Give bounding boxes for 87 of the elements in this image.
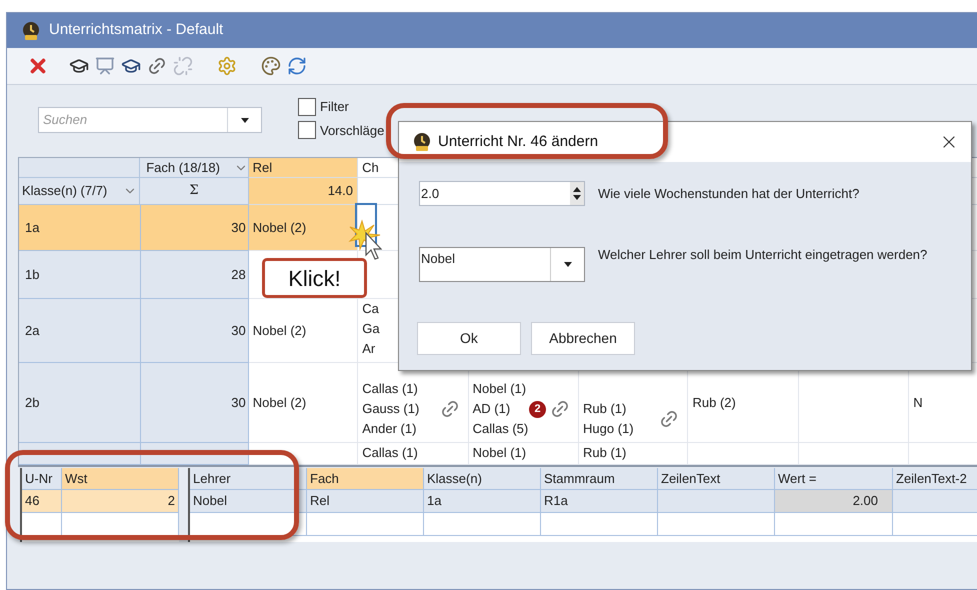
- column-header-cell[interactable]: Fach (18/18): [140, 158, 249, 178]
- checkbox[interactable]: [298, 121, 316, 140]
- column-header[interactable]: Lehrer: [190, 468, 307, 490]
- class-name: 2b: [25, 394, 40, 412]
- palette-icon[interactable]: [261, 56, 281, 76]
- teacher-entry: Ar: [362, 340, 376, 358]
- hours-question: Wie viele Wochenstunden hat der Unterricht?: [598, 184, 860, 203]
- class-cell[interactable]: 2a: [19, 299, 141, 363]
- matrix-cell[interactable]: Nobel (1): [468, 443, 580, 465]
- teacher-entry: Rub (1): [583, 400, 628, 418]
- matrix-cell[interactable]: Nobel (2): [248, 205, 358, 251]
- teacher-entry: Callas (5): [472, 420, 528, 438]
- spin-arrows-icon[interactable]: [570, 182, 584, 205]
- cell-text: Nobel: [193, 492, 227, 510]
- class-cell[interactable]: 1b: [19, 251, 141, 299]
- board-icon[interactable]: [95, 56, 115, 76]
- column-header[interactable]: Fach: [307, 468, 424, 490]
- class-cell[interactable]: 1a: [19, 205, 141, 251]
- teacher-entry: Callas (1): [362, 380, 419, 398]
- refresh-icon[interactable]: [287, 56, 307, 76]
- subject-header[interactable]: Rel: [248, 158, 358, 178]
- hours-spin-field[interactable]: 2.0: [419, 181, 585, 206]
- click-hint-tooltip: Klick!: [262, 258, 367, 298]
- cell-text: 46: [25, 492, 40, 510]
- column-header[interactable]: ZeilenText: [658, 468, 775, 490]
- hours-sum: 30: [231, 322, 246, 340]
- row-header-cell[interactable]: Klasse(n) (7/7): [19, 178, 140, 205]
- dialog-button[interactable]: Abbrechen: [531, 322, 635, 355]
- dialog-title: Unterricht Nr. 46 ändern: [438, 132, 600, 152]
- column-header[interactable]: Stammraum: [541, 468, 658, 490]
- teacher-entry: Gauss (1): [362, 400, 420, 418]
- checkbox-label: Filter: [320, 98, 349, 116]
- cell-text: 2.00: [852, 492, 878, 510]
- matrix-cell[interactable]: Nobel (2): [248, 299, 358, 363]
- matrix-cell[interactable]: [798, 443, 910, 465]
- matrix-cell[interactable]: [688, 443, 799, 465]
- teacher-entry: Nobel (2): [252, 322, 306, 340]
- hours-sum: 28: [231, 266, 246, 284]
- teacher-entry: Ga: [362, 320, 380, 338]
- window-title: Unterrichtsmatrix - Default: [49, 20, 224, 40]
- column-header[interactable]: ZeilenText-2: [893, 468, 977, 490]
- teacher-entry: Nobel (2): [252, 218, 306, 237]
- teacher-entry: N: [913, 394, 923, 412]
- class-name: 2a: [25, 322, 40, 340]
- column-header[interactable]: Wert =: [775, 468, 893, 490]
- teacher-entry: Hugo (1): [583, 420, 634, 438]
- teacher-entry: Ander (1): [362, 420, 418, 438]
- teacher-entry: AD (1): [472, 400, 512, 418]
- column-header[interactable]: Klasse(n): [424, 468, 541, 490]
- hours-sum: 30: [231, 394, 246, 412]
- cell-text: 1a: [427, 492, 442, 510]
- cell-text: Rel: [310, 492, 330, 510]
- column-header: Fach (18/18): [146, 158, 220, 177]
- checkbox-label: Vorschläge: [320, 122, 384, 140]
- cell-text: 2: [168, 492, 175, 510]
- hours-sum: 30: [231, 218, 246, 237]
- teacher-entry: Callas (1): [362, 444, 418, 462]
- column-header[interactable]: U-Nr: [22, 468, 62, 490]
- teacher-combobox[interactable]: Nobel: [419, 247, 585, 282]
- matrix-cell[interactable]: Callas (1): [358, 443, 469, 465]
- teacher-entry: Rub (2): [692, 394, 736, 412]
- teacher-entry: Nobel (2): [252, 394, 306, 412]
- teacher-question: Welcher Lehrer soll beim Unterricht eingetragen werden?: [598, 247, 928, 263]
- matrix-cell[interactable]: Rub (1): [579, 443, 688, 465]
- hours-input[interactable]: 2.0: [420, 182, 570, 205]
- settings-icon[interactable]: [217, 56, 237, 76]
- teacher-value: Nobel: [420, 250, 456, 268]
- search-combobox[interactable]: Suchen: [38, 107, 262, 133]
- teacher-entry: Ca: [362, 300, 380, 318]
- cell-text: R1a: [544, 492, 568, 510]
- teacher-entry: Nobel (1): [472, 380, 528, 398]
- class-cell[interactable]: 2b: [19, 363, 141, 443]
- matrix-cell[interactable]: Nobel (2): [248, 363, 358, 443]
- search-field[interactable]: Suchen: [39, 108, 227, 132]
- column-header[interactable]: Wst: [62, 468, 179, 490]
- subject-total: 14.0: [328, 182, 354, 200]
- row-header: Klasse(n) (7/7): [22, 182, 108, 200]
- sum-symbol: Σ: [189, 182, 199, 200]
- count-badge: 2: [529, 400, 546, 418]
- teacher-entry: Nobel (1): [472, 444, 526, 462]
- teacher-entry: Rub (1): [583, 444, 626, 462]
- dialog-button[interactable]: Ok: [417, 322, 521, 355]
- class-name: 1a: [25, 218, 40, 237]
- class-name: 1b: [25, 266, 40, 284]
- clock-logo-icon: [21, 20, 41, 40]
- checkbox[interactable]: [298, 98, 316, 116]
- clock-logo-icon: [412, 132, 432, 152]
